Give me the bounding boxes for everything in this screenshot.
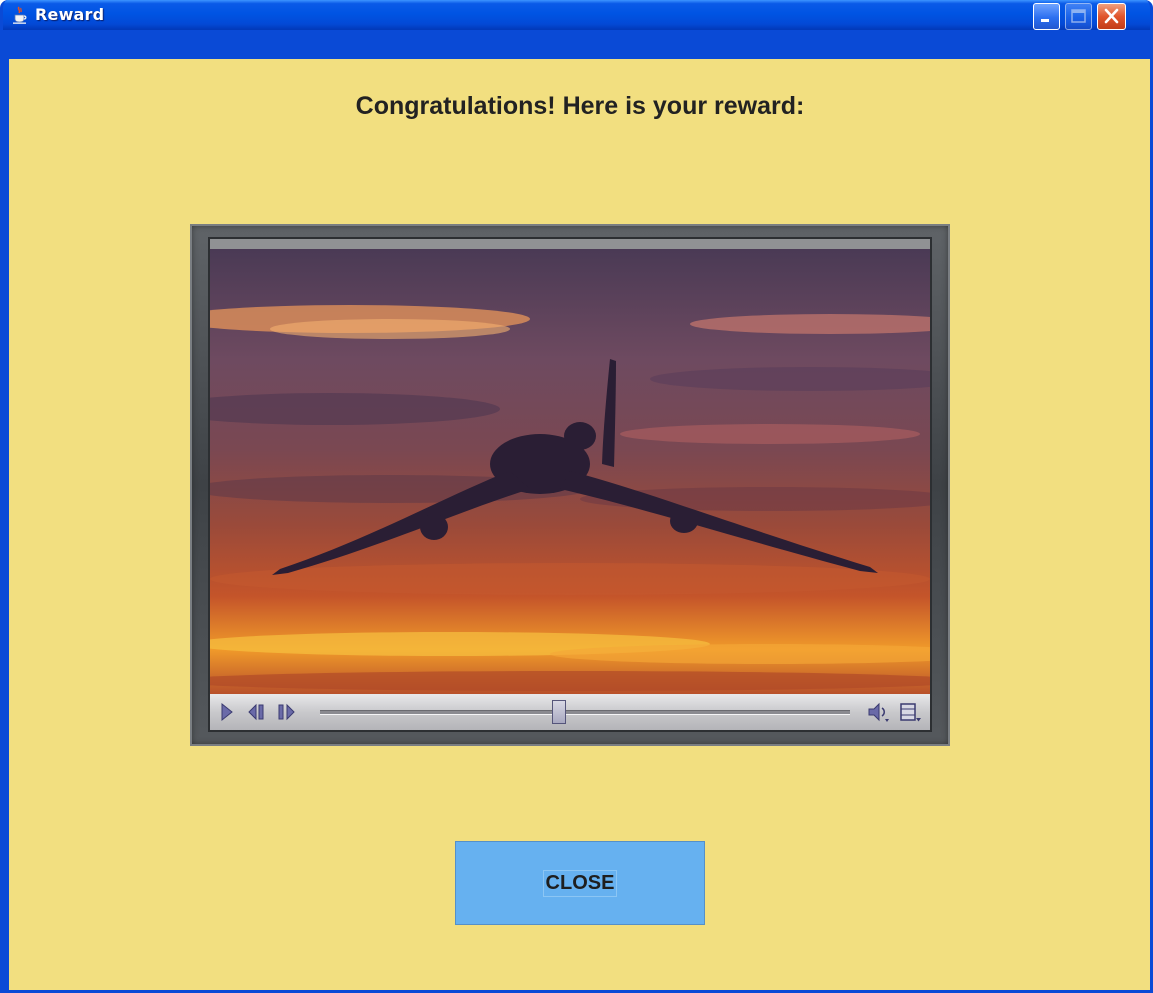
film-menu-icon[interactable] — [898, 702, 922, 722]
reward-window: Reward Congratulations! Here is your rew… — [0, 0, 1153, 993]
window-close-button[interactable] — [1097, 3, 1126, 30]
media-player-screen — [210, 239, 930, 730]
minimize-icon — [1041, 19, 1049, 22]
title-bar[interactable]: Reward — [3, 0, 1150, 30]
step-back-icon[interactable] — [246, 702, 268, 722]
reward-video[interactable] — [210, 249, 930, 694]
maximize-button[interactable] — [1065, 3, 1092, 30]
play-icon[interactable] — [220, 702, 234, 722]
playback-controls — [210, 694, 930, 730]
minimize-button[interactable] — [1033, 3, 1060, 30]
window-title: Reward — [35, 5, 105, 24]
java-cup-icon — [13, 6, 27, 24]
seek-bar[interactable] — [320, 710, 850, 715]
close-button[interactable]: CLOSE — [455, 841, 705, 925]
media-player — [190, 224, 950, 746]
maximize-icon — [1071, 9, 1086, 23]
close-button-label: CLOSE — [542, 869, 618, 897]
step-forward-icon[interactable] — [276, 702, 298, 722]
window-content: Congratulations! Here is your reward: CL… — [9, 59, 1150, 990]
seek-thumb[interactable] — [551, 700, 566, 724]
close-icon — [1104, 8, 1119, 24]
volume-icon[interactable] — [866, 702, 892, 722]
reward-heading: Congratulations! Here is your reward: — [355, 92, 805, 120]
